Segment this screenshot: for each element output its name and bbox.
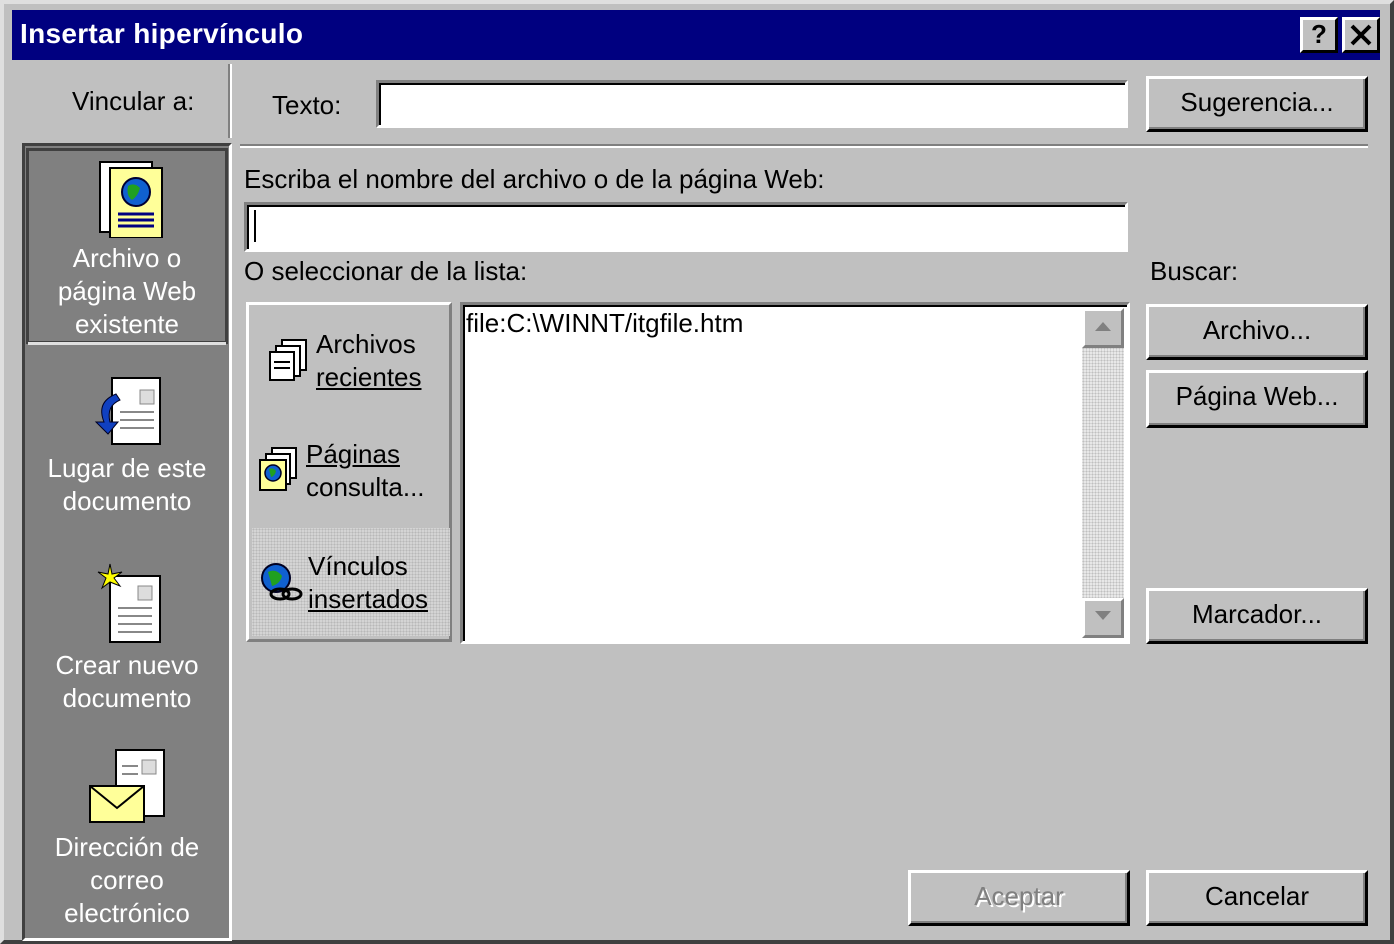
category-label-line: insertados bbox=[308, 584, 428, 614]
title-bar: Insertar hipervínculo ? bbox=[12, 10, 1380, 60]
nav-label-line: Dirección de bbox=[54, 832, 200, 862]
nav-label-line: electrónico bbox=[64, 898, 190, 928]
close-button[interactable] bbox=[1342, 17, 1380, 53]
or-select-label: O seleccionar de la lista: bbox=[244, 256, 528, 286]
scroll-up-button[interactable] bbox=[1082, 308, 1124, 348]
arrow-up-icon bbox=[1095, 322, 1111, 331]
dialog-title: Insertar hipervínculo bbox=[20, 18, 304, 49]
text-cursor bbox=[254, 210, 256, 242]
link-list[interactable] bbox=[460, 302, 1130, 644]
document-place-icon bbox=[94, 377, 161, 445]
category-label-line: Archivos bbox=[316, 329, 416, 359]
nav-item-place-in-document[interactable]: Lugar de este documento bbox=[22, 452, 232, 518]
link-to-label: Vincular a: bbox=[72, 86, 195, 116]
suggestion-button[interactable]: Sugerencia... bbox=[1146, 76, 1368, 132]
nav-label-line: documento bbox=[62, 683, 192, 713]
category-label-line: Vínculos bbox=[308, 551, 408, 581]
filename-input[interactable] bbox=[244, 202, 1128, 252]
browse-file-button[interactable]: Archivo... bbox=[1146, 304, 1368, 360]
ok-label: Aceptar bbox=[974, 881, 1064, 911]
nav-label-line: Lugar de este bbox=[47, 453, 207, 483]
web-page-icon bbox=[99, 161, 163, 238]
bookmark-label: Marcador... bbox=[1191, 599, 1323, 629]
nav-item-email-address[interactable]: Dirección de correo electrónico bbox=[22, 831, 232, 930]
nav-label-line: documento bbox=[62, 486, 192, 516]
nav-item-create-new-document[interactable]: Crear nuevo documento bbox=[22, 649, 232, 715]
nav-label-line: correo bbox=[90, 865, 164, 895]
category-label-line: Páginas bbox=[306, 439, 400, 469]
suggestion-button-label: Sugerencia... bbox=[1180, 87, 1334, 117]
bookmark-button[interactable]: Marcador... bbox=[1146, 588, 1368, 644]
nav-label-line: página Web bbox=[57, 276, 197, 306]
inserted-links-icon bbox=[261, 563, 303, 601]
category-label-line: recientes bbox=[316, 362, 422, 392]
close-icon bbox=[1350, 24, 1372, 46]
text-label: Texto: bbox=[272, 90, 342, 120]
list-item[interactable]: file:C:\WINNT/itgfile.htm bbox=[466, 308, 743, 339]
browse-web-page-label: Página Web... bbox=[1175, 381, 1339, 411]
new-document-icon bbox=[97, 563, 161, 643]
category-inserted-links[interactable]: Vínculos insertados bbox=[308, 550, 428, 616]
browse-file-label: Archivo... bbox=[1202, 315, 1312, 345]
browsed-pages-icon bbox=[259, 447, 297, 491]
ok-button[interactable]: Aceptar bbox=[908, 870, 1130, 926]
nav-divider bbox=[28, 342, 226, 345]
scroll-down-button[interactable] bbox=[1082, 598, 1124, 638]
scrollbar-track[interactable] bbox=[1082, 308, 1124, 638]
nav-label-line: Archivo o bbox=[72, 243, 182, 273]
nav-label-line: existente bbox=[22, 308, 232, 341]
nav-label-line-text: existente bbox=[74, 309, 180, 339]
filename-label: Escriba el nombre del archivo o de la pá… bbox=[244, 164, 825, 194]
category-recent-files[interactable]: Archivos recientes bbox=[316, 328, 422, 394]
cancel-button[interactable]: Cancelar bbox=[1146, 870, 1368, 926]
email-icon bbox=[89, 749, 165, 823]
text-input[interactable] bbox=[376, 80, 1128, 128]
horizontal-separator bbox=[240, 144, 1368, 148]
cancel-label: Cancelar bbox=[1204, 881, 1310, 911]
help-button[interactable]: ? bbox=[1300, 17, 1338, 53]
nav-label-line: Crear nuevo bbox=[55, 650, 199, 680]
nav-label-existing-file: Archivo o página Web existente bbox=[22, 242, 232, 341]
browse-web-page-button[interactable]: Página Web... bbox=[1146, 370, 1368, 428]
vertical-separator bbox=[228, 64, 232, 138]
search-label: Buscar: bbox=[1150, 256, 1239, 286]
category-label-line: consulta... bbox=[306, 472, 425, 502]
recent-files-icon bbox=[269, 339, 307, 381]
category-browsed-pages[interactable]: Páginas consulta... bbox=[306, 438, 425, 504]
arrow-down-icon bbox=[1095, 611, 1111, 620]
